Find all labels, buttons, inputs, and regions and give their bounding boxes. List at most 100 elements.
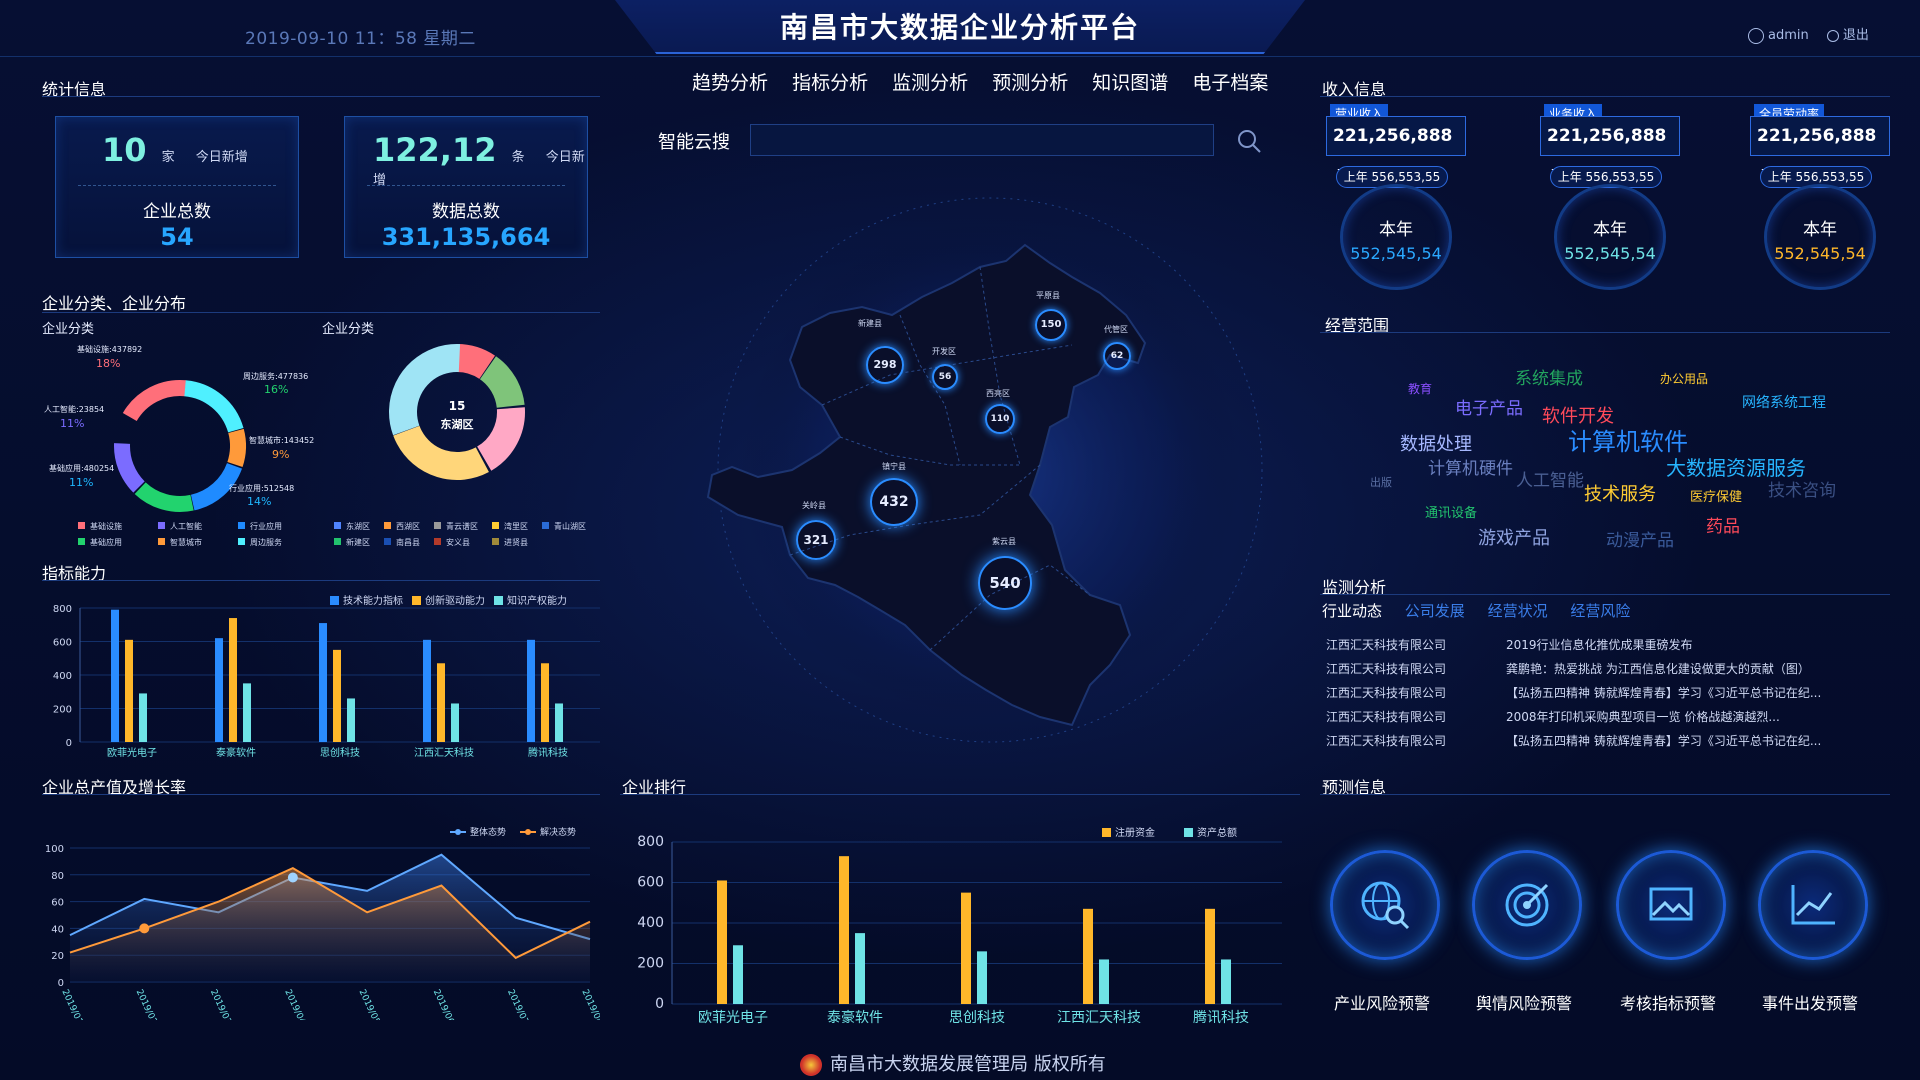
emblem-icon	[800, 1054, 822, 1076]
opinion-risk-button[interactable]	[1472, 850, 1582, 960]
cloud-word[interactable]: 人工智能	[1516, 466, 1584, 491]
nav-index[interactable]: 指标分析	[792, 72, 868, 94]
bar[interactable]	[423, 639, 431, 742]
map-marker[interactable]: 62	[1103, 342, 1131, 370]
cloud-word[interactable]: 游戏产品	[1478, 524, 1550, 550]
cloud-word[interactable]: 出版	[1370, 474, 1392, 490]
bar[interactable]	[139, 693, 147, 742]
map-marker[interactable]: 432	[870, 478, 918, 526]
cloud-word[interactable]: 电子产品	[1455, 394, 1523, 419]
cloud-word[interactable]: 数据处理	[1400, 430, 1472, 456]
nav-e-archive[interactable]: 电子档案	[1192, 72, 1268, 94]
donut-label: 基础应用:480254	[49, 463, 114, 473]
map-region-label: 开发区	[932, 347, 956, 356]
x-tick-label: 腾讯科技	[528, 746, 568, 759]
cloud-word[interactable]: 药品	[1706, 512, 1740, 537]
map-region-label: 关岭县	[802, 501, 826, 510]
assessment-risk-button[interactable]	[1616, 850, 1726, 960]
nav-trend[interactable]: 趋势分析	[692, 72, 768, 94]
x-tick-label: 思创科技	[320, 746, 360, 759]
company-today-label: 今日新增	[195, 150, 248, 165]
cloud-word[interactable]: 教育	[1408, 380, 1432, 397]
bar[interactable]	[541, 663, 549, 742]
donut-seg-smartcity	[114, 380, 246, 512]
list-item[interactable]: 江西汇天科技有限公司 龚鹏艳：热爱挑战 为江西信息化建设做更大的贡献（图）	[1326, 660, 1886, 684]
this-year-value: 552,545,54	[1350, 244, 1442, 263]
search-input[interactable]	[750, 124, 1214, 156]
nav-forecast[interactable]: 预测分析	[992, 72, 1068, 94]
company-new-row: 10 家 今日新增	[102, 131, 248, 169]
bar[interactable]	[839, 856, 849, 1004]
bar[interactable]	[1099, 959, 1109, 1004]
legend-item: 周边服务	[250, 537, 282, 547]
bar[interactable]	[215, 638, 223, 742]
divider	[1320, 594, 1890, 595]
map-marker[interactable]: 110	[985, 404, 1015, 434]
legend-item: 基础设施	[90, 521, 122, 531]
highlight-point[interactable]	[287, 872, 298, 883]
logout-button[interactable]: 退出	[1826, 28, 1869, 43]
list-item[interactable]: 江西汇天科技有限公司 【弘扬五四精神 铸就辉煌青春】学习《习近平总书记在纪...	[1326, 684, 1886, 708]
bar[interactable]	[733, 945, 743, 1004]
map-marker[interactable]: 150	[1035, 309, 1067, 341]
donut-pct: 11%	[60, 417, 84, 430]
list-item[interactable]: 江西汇天科技有限公司 2019行业信息化推优成果重磅发布	[1326, 636, 1886, 660]
tab-company-growth[interactable]: 公司发展	[1405, 602, 1465, 620]
user-menu[interactable]: admin	[1748, 27, 1809, 44]
cloud-word[interactable]: 技术咨询	[1768, 476, 1836, 501]
cloud-word[interactable]: 系统集成	[1515, 364, 1583, 389]
cloud-word[interactable]: 技术服务	[1584, 480, 1656, 506]
bar[interactable]	[229, 618, 237, 742]
bar[interactable]	[243, 683, 251, 742]
data-new-row: 122,12 条 今日新增	[373, 131, 587, 188]
bar[interactable]	[555, 703, 563, 742]
cloud-word[interactable]: 办公用品	[1660, 370, 1708, 387]
legend-label: 注册资金	[1115, 826, 1155, 839]
nav-knowledge-graph[interactable]: 知识图谱	[1092, 72, 1168, 94]
cloud-word[interactable]: 网络系统工程	[1742, 392, 1826, 412]
tab-industry-news[interactable]: 行业动态	[1322, 602, 1382, 620]
cloud-word[interactable]: 动漫产品	[1606, 526, 1674, 551]
search-icon[interactable]	[1236, 128, 1262, 154]
map-marker[interactable]: 56	[932, 364, 958, 390]
list-item[interactable]: 江西汇天科技有限公司 【弘扬五四精神 铸就辉煌青春】学习《习近平总书记在纪...	[1326, 732, 1886, 756]
bar[interactable]	[855, 933, 865, 1004]
search-label: 智能云搜	[658, 132, 730, 153]
map-marker[interactable]: 321	[796, 520, 836, 560]
cloud-word[interactable]: 通讯设备	[1425, 502, 1477, 521]
highlight-point[interactable]	[139, 923, 150, 934]
map-marker[interactable]: 298	[866, 346, 904, 384]
bar[interactable]	[125, 639, 133, 742]
bar[interactable]	[527, 639, 535, 742]
bar[interactable]	[347, 698, 355, 742]
list-item[interactable]: 江西汇天科技有限公司 2008年打印机采购典型项目一览 价格战越演越烈...	[1326, 708, 1886, 732]
bar[interactable]	[961, 892, 971, 1004]
tab-operation-status[interactable]: 经营状况	[1488, 602, 1548, 620]
cloud-word[interactable]: 计算机硬件	[1428, 454, 1513, 479]
cloud-word[interactable]: 医疗保健	[1690, 486, 1742, 505]
legend-item: 湾里区	[504, 521, 528, 531]
bar[interactable]	[717, 880, 727, 1004]
stat-card-data: 122,12 条 今日新增 数据总数 331,135,664	[344, 116, 588, 258]
x-tick-label: 泰豪软件	[827, 1010, 883, 1026]
bar[interactable]	[1221, 959, 1231, 1004]
bar[interactable]	[1205, 908, 1215, 1004]
nav-monitor[interactable]: 监测分析	[892, 72, 968, 94]
bar[interactable]	[1083, 908, 1093, 1004]
bar[interactable]	[437, 663, 445, 742]
y-tick-label: 600	[53, 638, 72, 649]
industry-risk-button[interactable]	[1330, 850, 1440, 960]
legend-dot	[455, 829, 461, 835]
tab-operation-risk[interactable]: 经营风险	[1570, 602, 1630, 620]
x-tick-label: 欧菲光电子	[107, 746, 157, 759]
bar[interactable]	[111, 609, 119, 742]
bar[interactable]	[333, 649, 341, 742]
y-tick-label: 60	[51, 898, 64, 909]
map-marker[interactable]: 540	[978, 556, 1032, 610]
bar[interactable]	[451, 703, 459, 742]
bar[interactable]	[319, 623, 327, 742]
bar[interactable]	[977, 951, 987, 1004]
divider	[42, 96, 600, 97]
donut-label: 行业应用:512548	[229, 483, 294, 493]
event-risk-button[interactable]	[1758, 850, 1868, 960]
